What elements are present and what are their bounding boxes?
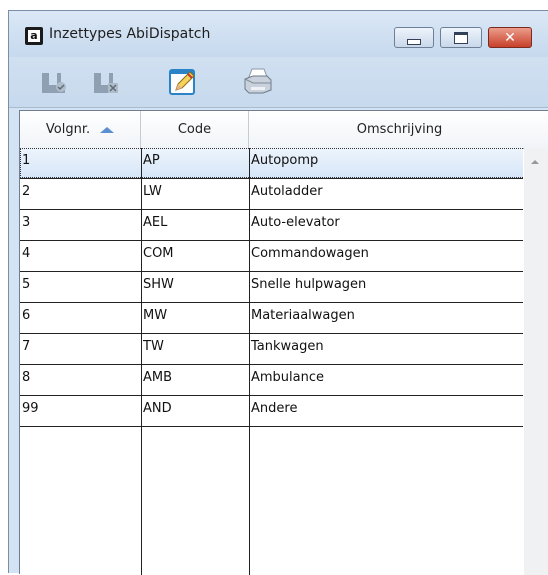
table-row[interactable]: 1 AP Autopomp (20, 148, 523, 179)
maximize-icon (454, 31, 468, 44)
column-header-volgnr[interactable]: Volgnr. (20, 111, 141, 148)
minimize-icon (407, 38, 421, 45)
delete-disabled-icon (94, 73, 118, 93)
close-icon: ✕ (504, 29, 516, 46)
table-row[interactable]: 5 SHW Snelle hulpwagen (20, 272, 523, 303)
cell-omschrijving: Autoladder (251, 184, 323, 199)
cell-volgnr: 4 (22, 246, 31, 261)
maximize-button[interactable] (440, 27, 482, 48)
column-header-omschrijving[interactable]: Omschrijving (249, 111, 548, 148)
cell-code: TW (143, 339, 164, 354)
column-divider (249, 148, 250, 575)
cell-omschrijving: Andere (251, 401, 298, 416)
vertical-scrollbar[interactable] (524, 148, 548, 575)
cell-volgnr: 3 (22, 215, 31, 230)
print-icon (244, 68, 272, 94)
cell-code: AMB (143, 370, 173, 385)
table-row[interactable]: 2 LW Autoladder (20, 179, 523, 210)
cell-code: AP (143, 153, 160, 168)
table-row[interactable]: 6 MW Materiaalwagen (20, 303, 523, 334)
inzettypes-table: Volgnr. Code Omschrijving 1 AP Autopomp 2 LW… (19, 110, 548, 575)
minimize-button[interactable] (394, 27, 434, 48)
cell-omschrijving: Autopomp (251, 153, 319, 168)
toolbar (9, 57, 548, 108)
table-row[interactable]: 7 TW Tankwagen (20, 334, 523, 365)
column-header-code[interactable]: Code (141, 111, 249, 148)
window-title: Inzettypes AbiDispatch (49, 26, 211, 42)
cell-omschrijving: Tankwagen (251, 339, 324, 354)
app-logo-icon[interactable]: a (25, 27, 43, 45)
edit-button[interactable] (166, 65, 200, 99)
cell-volgnr: 1 (22, 153, 31, 168)
app-window: a Inzettypes AbiDispatch ✕ Volgnr. Code … (8, 10, 548, 575)
cell-omschrijving: Commandowagen (251, 246, 369, 261)
cell-code: LW (143, 184, 162, 199)
table-row[interactable]: 99 AND Andere (20, 396, 523, 427)
confirm-disabled-icon (42, 73, 66, 93)
table-row[interactable]: 4 COM Commandowagen (20, 241, 523, 272)
column-header-label: Omschrijving (356, 122, 443, 137)
cell-code: SHW (143, 277, 174, 292)
cell-volgnr: 5 (22, 277, 31, 292)
app-logo-letter: a (28, 30, 40, 42)
cell-omschrijving: Auto-elevator (251, 215, 340, 230)
table-header: Volgnr. Code Omschrijving (20, 111, 548, 149)
cell-volgnr: 8 (22, 370, 31, 385)
cell-volgnr: 2 (22, 184, 31, 199)
cell-volgnr: 6 (22, 308, 31, 323)
cell-code: AEL (143, 215, 168, 230)
delete-button[interactable] (89, 65, 123, 99)
cell-code: MW (143, 308, 168, 323)
column-divider (141, 148, 142, 575)
column-header-label: Code (177, 122, 212, 137)
sort-ascending-icon (100, 126, 115, 133)
cell-omschrijving: Materiaalwagen (251, 308, 355, 323)
cell-omschrijving: Snelle hulpwagen (251, 277, 367, 292)
table-row[interactable]: 3 AEL Auto-elevator (20, 210, 523, 241)
scroll-up-icon[interactable] (531, 160, 539, 164)
cell-volgnr: 7 (22, 339, 31, 354)
close-button[interactable]: ✕ (488, 27, 532, 48)
table-row[interactable]: 8 AMB Ambulance (20, 365, 523, 396)
cell-volgnr: 99 (22, 401, 39, 416)
confirm-button[interactable] (37, 65, 71, 99)
edit-icon (169, 69, 195, 95)
cell-omschrijving: Ambulance (251, 370, 325, 385)
column-header-label: Volgnr. (45, 122, 91, 137)
title-bar[interactable]: a Inzettypes AbiDispatch ✕ (9, 11, 548, 57)
print-button[interactable] (241, 65, 275, 99)
cell-code: COM (143, 246, 174, 261)
cell-code: AND (143, 401, 172, 416)
